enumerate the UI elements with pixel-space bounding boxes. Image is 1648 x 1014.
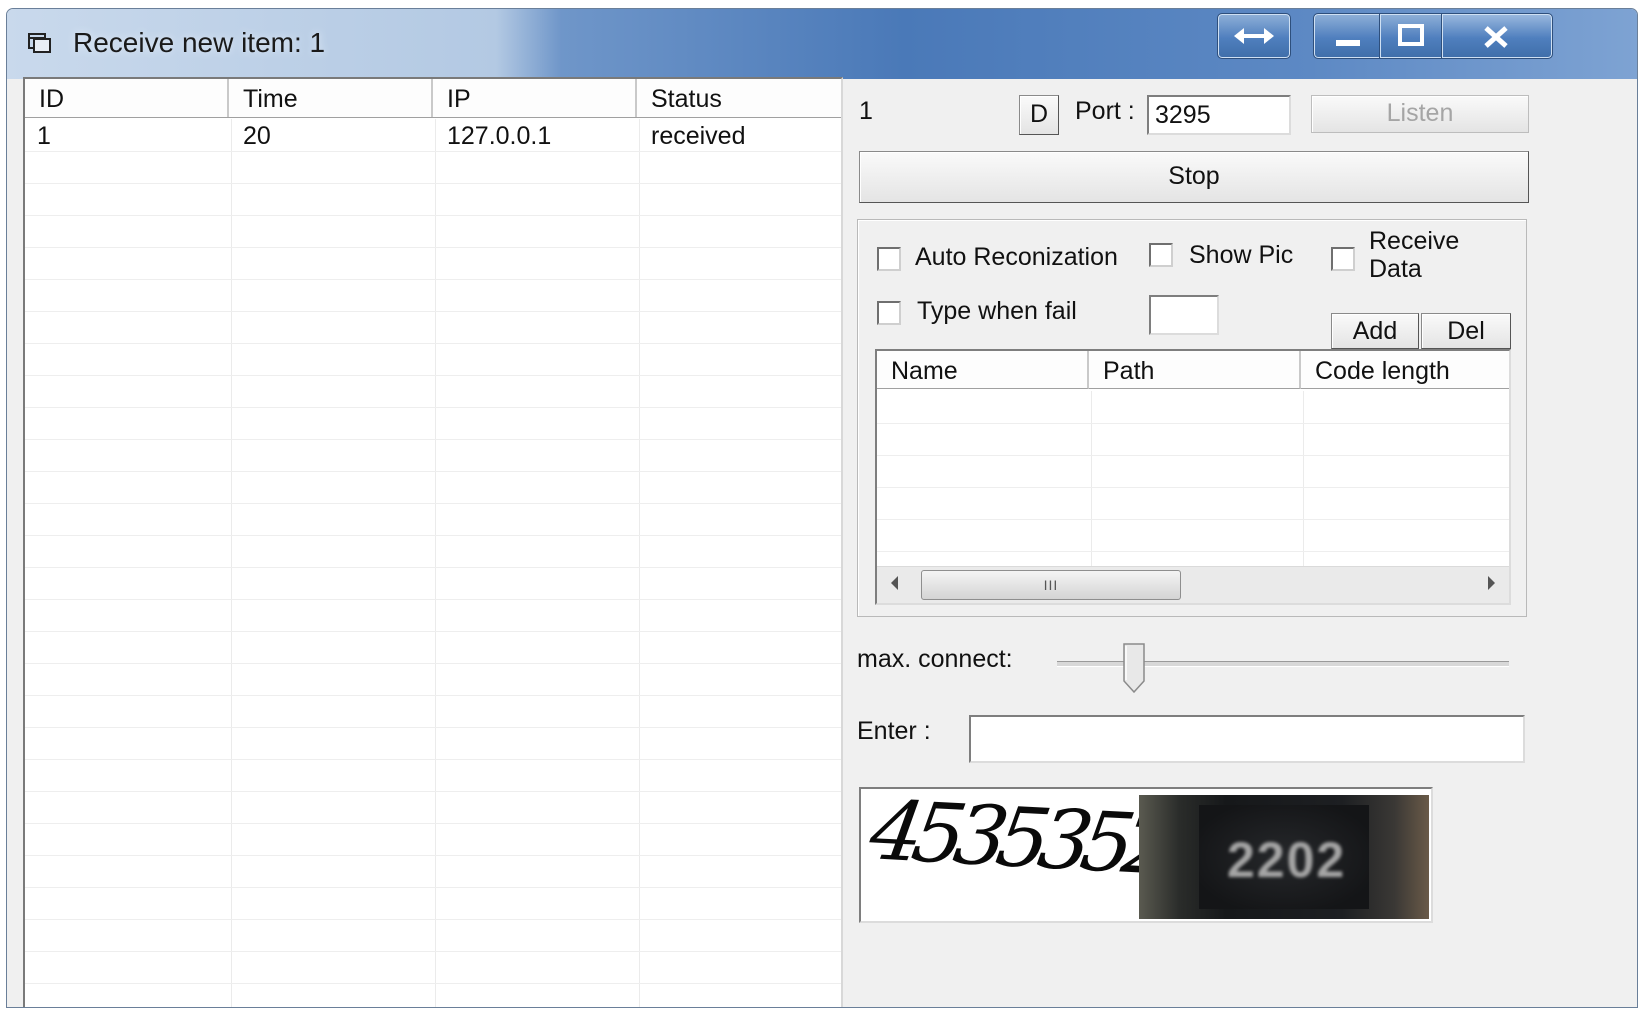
column-header-path[interactable]: Path: [1089, 351, 1301, 389]
auto-recognization-label[interactable]: Auto Reconization: [915, 243, 1118, 272]
list-item: [877, 455, 1509, 488]
list-item: [877, 423, 1509, 456]
max-connect-slider-thumb[interactable]: [1123, 643, 1145, 693]
scroll-left-icon[interactable]: [891, 576, 898, 590]
main-window: Receive new item: 1 ID Time IP Status 1 …: [6, 8, 1638, 1008]
d-button[interactable]: D: [1019, 95, 1059, 135]
dictionary-list[interactable]: Name Path Code length III: [875, 349, 1511, 605]
show-pic-checkbox[interactable]: [1149, 243, 1173, 267]
list-item: [877, 487, 1509, 520]
captcha-handwritten-digits: 4535352: [863, 783, 1174, 894]
column-header-name[interactable]: Name: [877, 351, 1089, 389]
horizontal-scrollbar[interactable]: III: [877, 566, 1509, 603]
receive-data-label[interactable]: Receive Data: [1369, 231, 1473, 281]
type-when-fail-input[interactable]: [1149, 295, 1219, 335]
scroll-right-icon[interactable]: [1488, 576, 1495, 590]
enter-label: Enter :: [857, 717, 931, 745]
list-item: [877, 391, 1509, 424]
max-connect-label: max. connect:: [857, 645, 1013, 673]
enter-input[interactable]: [969, 715, 1525, 763]
auto-recognization-checkbox[interactable]: [877, 247, 901, 271]
captcha-photo: 2202: [1139, 795, 1429, 919]
receive-data-checkbox[interactable]: [1331, 247, 1355, 271]
add-button[interactable]: Add: [1331, 313, 1419, 349]
list-item: [877, 519, 1509, 552]
receive-data-label-clip: Receive Data: [1369, 231, 1479, 281]
port-label: Port :: [1075, 97, 1135, 125]
type-when-fail-checkbox[interactable]: [877, 301, 901, 325]
connection-count: 1: [859, 97, 873, 125]
photo-digits: 2202: [1227, 832, 1347, 888]
type-when-fail-label[interactable]: Type when fail: [917, 297, 1077, 326]
listen-button[interactable]: Listen: [1311, 95, 1529, 133]
port-input[interactable]: [1147, 95, 1291, 135]
stop-button[interactable]: Stop: [859, 151, 1529, 203]
scrollbar-thumb[interactable]: III: [921, 570, 1181, 600]
column-header-code-length[interactable]: Code length: [1301, 351, 1509, 389]
show-pic-label[interactable]: Show Pic: [1189, 241, 1293, 270]
del-button[interactable]: Del: [1421, 313, 1511, 349]
